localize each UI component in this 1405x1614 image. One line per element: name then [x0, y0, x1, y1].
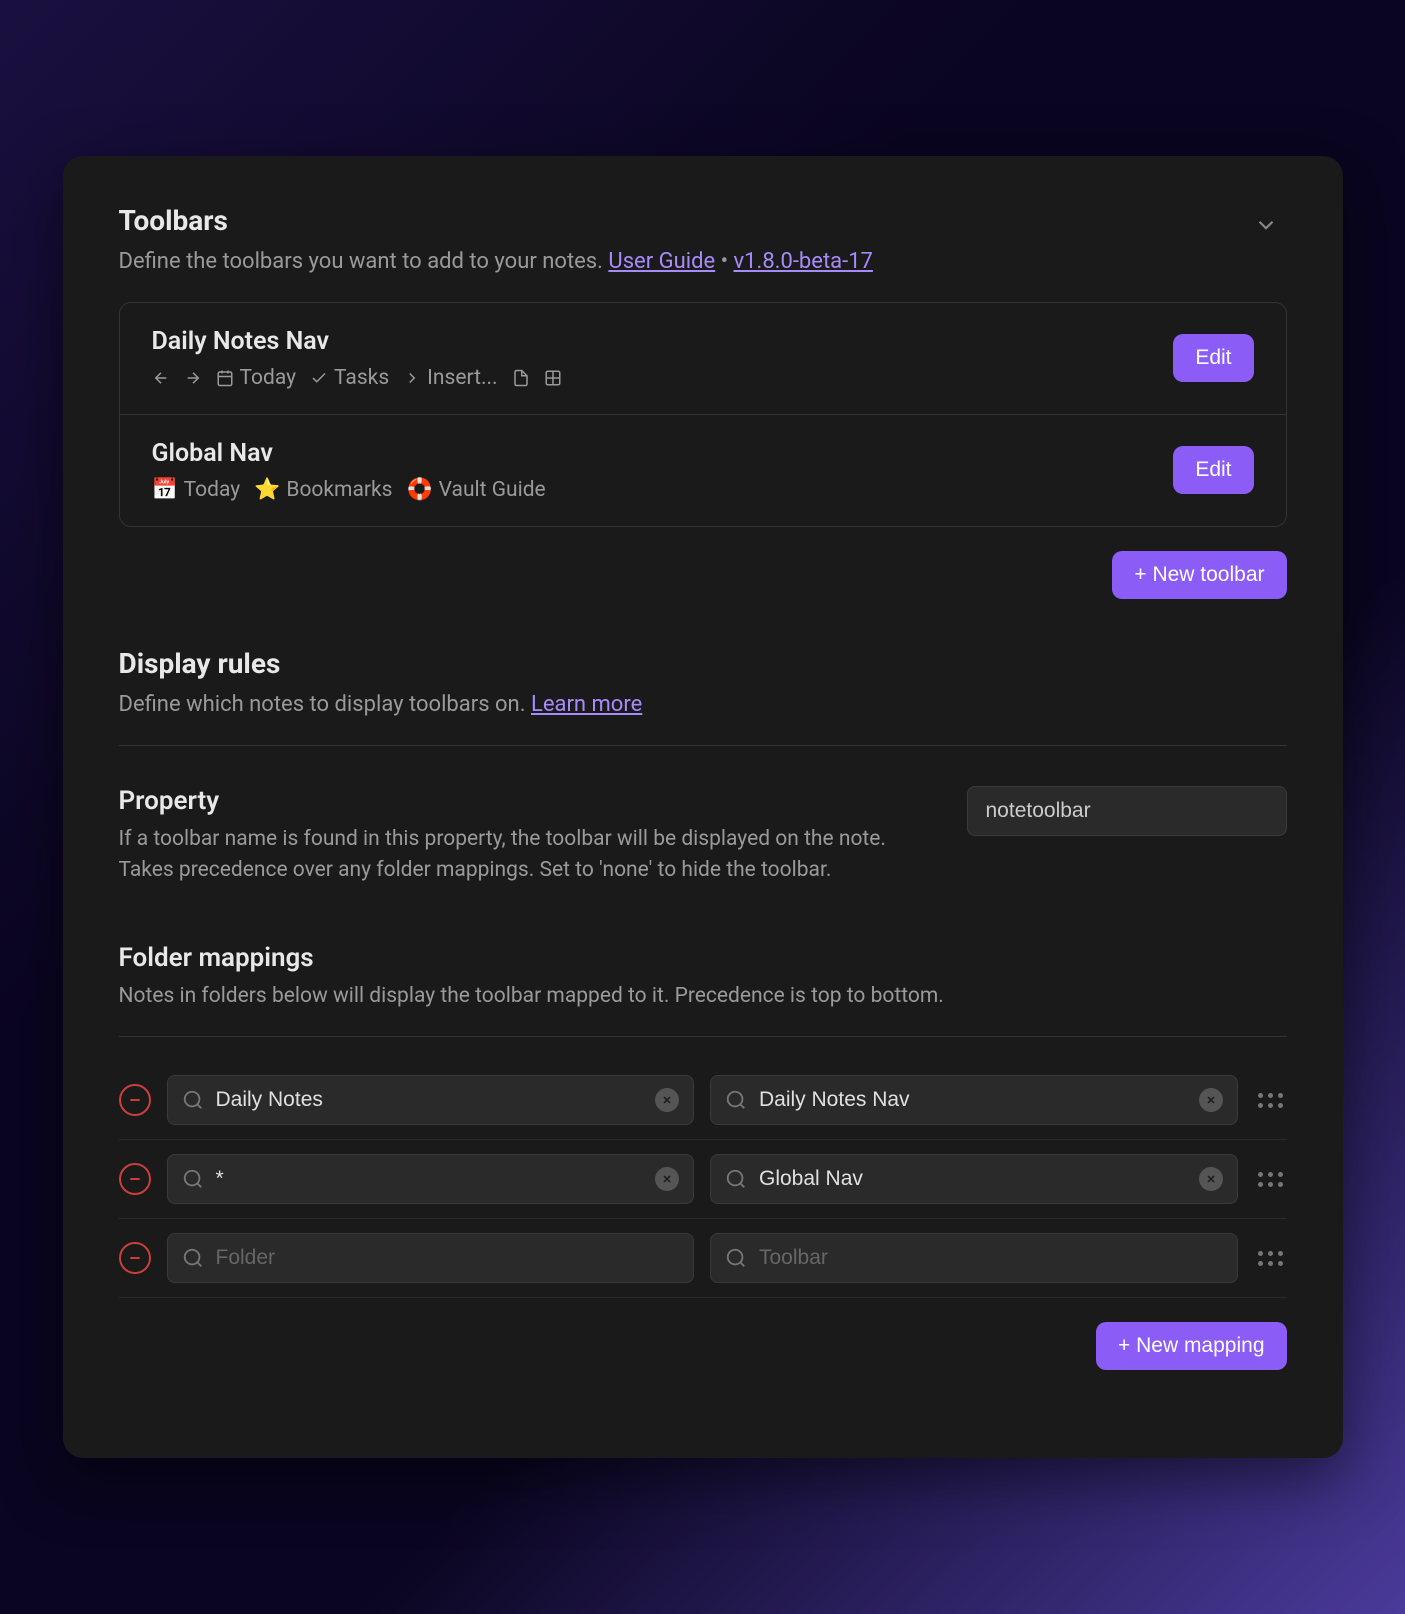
new-toolbar-button[interactable]: + New toolbar — [1112, 551, 1286, 599]
calendar-emoji-icon: 📅 — [152, 478, 178, 502]
search-icon — [182, 1247, 204, 1269]
toolbar-input-wrapper — [710, 1075, 1238, 1125]
toolbar-preview: Today Tasks Insert... — [152, 366, 1174, 390]
new-mapping-button[interactable]: + New mapping — [1096, 1322, 1287, 1370]
toolbar-input[interactable] — [759, 1246, 1223, 1270]
toolbar-item: Global Nav 📅 Today ⭐ Bookmarks 🛟 Vault G… — [120, 415, 1286, 526]
folder-input-wrapper — [167, 1154, 695, 1204]
folder-input-wrapper — [167, 1233, 695, 1283]
calendar-icon — [216, 369, 234, 387]
file-icon — [512, 369, 530, 387]
x-icon — [1205, 1094, 1217, 1106]
clear-toolbar-button[interactable] — [1199, 1088, 1223, 1112]
chevron-right-icon — [403, 369, 421, 387]
folder-input-wrapper — [167, 1075, 695, 1125]
toolbar-input[interactable] — [759, 1167, 1187, 1191]
toolbar-preview: 📅 Today ⭐ Bookmarks 🛟 Vault Guide — [152, 478, 1174, 502]
arrow-right-icon — [184, 369, 202, 387]
toolbar-item: Daily Notes Nav Today Tasks Insert... Ed… — [120, 303, 1286, 415]
minus-icon — [127, 1171, 143, 1187]
search-icon — [725, 1247, 747, 1269]
settings-panel: Toolbars Define the toolbars you want to… — [63, 156, 1343, 1459]
drag-handle[interactable] — [1254, 1089, 1287, 1112]
user-guide-link[interactable]: User Guide — [608, 249, 715, 274]
clear-toolbar-button[interactable] — [1199, 1167, 1223, 1191]
remove-mapping-button[interactable] — [119, 1084, 151, 1116]
toolbar-input-wrapper — [710, 1154, 1238, 1204]
divider — [119, 745, 1287, 746]
display-rules-section: Display rules Define which notes to disp… — [119, 647, 1287, 903]
toolbar-input[interactable] — [759, 1088, 1187, 1112]
search-icon — [182, 1168, 204, 1190]
property-title: Property — [119, 786, 935, 816]
toolbar-name: Daily Notes Nav — [152, 327, 1174, 356]
drag-handle[interactable] — [1254, 1247, 1287, 1270]
search-icon — [182, 1089, 204, 1111]
collapse-toggle[interactable] — [1245, 204, 1287, 246]
folder-mappings-help: Notes in folders below will display the … — [119, 981, 1287, 1013]
property-input[interactable] — [967, 786, 1287, 836]
toolbars-title: Toolbars — [119, 204, 873, 237]
property-help: If a toolbar name is found in this prope… — [119, 824, 935, 887]
clear-folder-button[interactable] — [655, 1167, 679, 1191]
remove-mapping-button[interactable] — [119, 1163, 151, 1195]
folder-input[interactable] — [216, 1167, 644, 1191]
star-emoji-icon: ⭐ — [254, 478, 280, 502]
version-link[interactable]: v1.8.0-beta-17 — [734, 249, 873, 274]
search-icon — [725, 1089, 747, 1111]
display-rules-title: Display rules — [119, 647, 1287, 680]
check-icon — [310, 369, 328, 387]
arrow-left-icon — [152, 369, 170, 387]
edit-toolbar-button[interactable]: Edit — [1173, 334, 1253, 382]
chevron-down-icon — [1253, 212, 1279, 238]
mapping-row — [119, 1061, 1287, 1140]
edit-toolbar-button[interactable]: Edit — [1173, 446, 1253, 494]
folder-mappings-title: Folder mappings — [119, 943, 1287, 973]
clear-folder-button[interactable] — [655, 1088, 679, 1112]
x-icon — [661, 1173, 673, 1185]
toolbar-name: Global Nav — [152, 439, 1174, 468]
learn-more-link[interactable]: Learn more — [531, 692, 642, 717]
property-setting: Property If a toolbar name is found in t… — [119, 770, 1287, 903]
x-icon — [661, 1094, 673, 1106]
folder-input[interactable] — [216, 1088, 644, 1112]
drag-handle[interactable] — [1254, 1168, 1287, 1191]
mapping-row — [119, 1219, 1287, 1298]
toolbars-header: Toolbars Define the toolbars you want to… — [119, 204, 1287, 278]
toolbar-list: Daily Notes Nav Today Tasks Insert... Ed… — [119, 302, 1287, 527]
minus-icon — [127, 1250, 143, 1266]
search-icon — [725, 1168, 747, 1190]
remove-mapping-button[interactable] — [119, 1242, 151, 1274]
lifebuoy-emoji-icon: 🛟 — [406, 478, 432, 502]
divider — [119, 1036, 1287, 1037]
mapping-row — [119, 1140, 1287, 1219]
toolbars-subtitle: Define the toolbars you want to add to y… — [119, 245, 873, 278]
layout-icon — [544, 369, 562, 387]
toolbar-input-wrapper — [710, 1233, 1238, 1283]
minus-icon — [127, 1092, 143, 1108]
x-icon — [1205, 1173, 1217, 1185]
folder-input[interactable] — [216, 1246, 680, 1270]
folder-mappings-section: Folder mappings Notes in folders below w… — [119, 943, 1287, 1371]
